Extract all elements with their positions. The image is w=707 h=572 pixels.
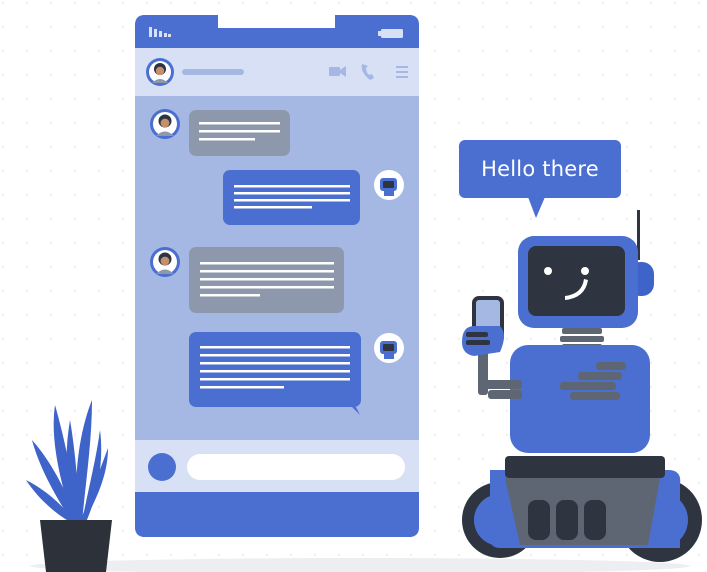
message-bubble-received (189, 247, 344, 313)
phone (135, 15, 419, 537)
robot-base (462, 456, 702, 562)
message-input[interactable] (187, 454, 405, 480)
avatar[interactable] (146, 58, 174, 86)
message-bubble-sent (223, 170, 360, 225)
menu-icon[interactable] (396, 66, 408, 78)
robot-eye-left (544, 267, 552, 275)
robot-face-screen (528, 246, 625, 316)
battery-icon (378, 29, 403, 38)
received-avatar (150, 247, 180, 277)
contact-name-placeholder (182, 69, 244, 75)
received-avatar (150, 109, 180, 139)
chatbot-illustration: Hello there (0, 0, 707, 572)
message-bubble-sent (189, 332, 361, 415)
phone-notch (218, 15, 335, 28)
chat-header (135, 48, 419, 96)
message-bubble-received (189, 110, 290, 156)
phone-bottom-bezel (135, 492, 419, 537)
bot-avatar (374, 333, 404, 363)
bot-avatar (374, 170, 404, 200)
robot-eye-right (581, 267, 589, 275)
plant-pot (40, 520, 112, 572)
illustration-canvas (0, 0, 707, 572)
send-circle-icon[interactable] (148, 453, 176, 481)
